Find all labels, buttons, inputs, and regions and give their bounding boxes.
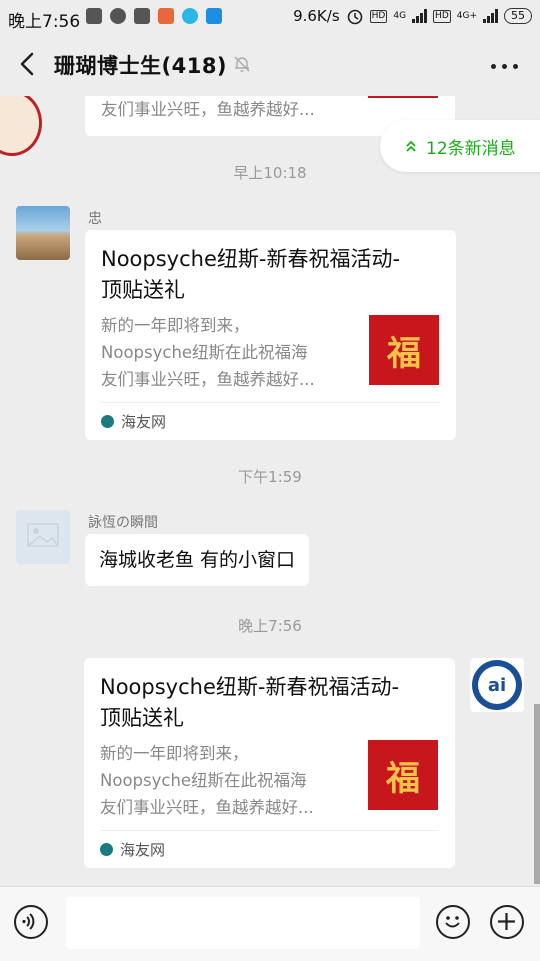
- mi-notification-icon: [158, 8, 174, 24]
- signal-icon-2: [483, 9, 498, 23]
- source-name: 海友网: [121, 413, 167, 431]
- hd-badge-1: HD: [369, 9, 388, 23]
- card-source: 海友网: [100, 839, 165, 860]
- input-bar: [0, 886, 540, 961]
- card-desc-line: 友们事业兴旺，鱼越养越好...: [101, 100, 315, 119]
- mute-bell-icon: [234, 56, 250, 72]
- svg-text:ai: ai: [488, 675, 506, 696]
- add-more-icon[interactable]: [490, 905, 524, 939]
- chat-area[interactable]: 友们事业兴旺，鱼越养越好... 12条新消息 早上10:18 忠 Noopsyc…: [0, 96, 540, 886]
- back-arrow-icon[interactable]: [14, 50, 42, 78]
- message-card[interactable]: Noopsyche纽斯-新春祝福活动-顶贴送礼 新的一年即将到来， Noopsy…: [85, 230, 456, 440]
- card-title: Noopsyche纽斯-新春祝福活动-顶贴送礼: [101, 247, 401, 302]
- network-type-1: 4G: [393, 11, 407, 21]
- card-desc-line: 新的一年即将到来，: [100, 744, 249, 763]
- source-name: 海友网: [120, 841, 166, 859]
- card-thumbnail: [368, 96, 438, 98]
- card-divider: [100, 830, 439, 831]
- status-right: 9.6K/s HD 4G HD 4G+ 55: [293, 7, 532, 25]
- card-desc-line: 新的一年即将到来，: [101, 316, 250, 335]
- scrollbar[interactable]: [534, 704, 540, 884]
- app-notification-icon: [134, 8, 150, 24]
- status-bar: 晚上7:56 9.6K/s HD 4G HD 4G+ 55: [0, 0, 540, 34]
- card-divider: [101, 402, 440, 403]
- alarm-icon: [347, 9, 362, 25]
- avatar[interactable]: [16, 206, 70, 260]
- source-logo-icon: [101, 415, 114, 428]
- timestamp: 早上10:18: [233, 164, 307, 182]
- browser-notification-icon: [182, 8, 198, 24]
- card-desc-line: 友们事业兴旺，鱼越养越好...: [101, 370, 315, 389]
- chat-header: 珊瑚博士生(418): [0, 34, 540, 96]
- fu-character: 福: [386, 758, 420, 799]
- voice-input-icon[interactable]: [14, 905, 48, 939]
- new-messages-label: 12条新消息: [426, 138, 516, 159]
- ai-logo-icon: ai: [472, 660, 522, 710]
- card-desc-line: Noopsyche纽斯在此祝福海: [100, 771, 307, 790]
- image-placeholder-icon: [27, 523, 59, 547]
- sender-name: 忠: [88, 211, 102, 227]
- hd-badge-2: HD: [433, 9, 451, 23]
- partial-avatar[interactable]: [0, 96, 42, 156]
- network-speed: 9.6K/s: [293, 7, 340, 25]
- source-logo-icon: [100, 843, 113, 856]
- text-message-bubble[interactable]: 海城收老鱼 有的小窗口: [85, 534, 310, 586]
- message-input[interactable]: [66, 897, 420, 949]
- status-time: 晚上7:56: [8, 12, 81, 32]
- emoji-icon[interactable]: [436, 905, 470, 939]
- card-thumbnail: 福: [369, 315, 439, 385]
- sender-name: 詠恆の瞬間: [88, 515, 158, 531]
- network-type-2: 4G+: [456, 11, 477, 21]
- more-options-icon[interactable]: [491, 64, 518, 69]
- card-source: 海友网: [101, 411, 166, 432]
- message-notification-icon: [86, 8, 102, 24]
- card-thumbnail: 福: [368, 740, 438, 810]
- wechat-notification-icon: [110, 8, 126, 24]
- double-chevron-up-icon: [406, 140, 416, 152]
- fu-character: 福: [387, 333, 421, 374]
- avatar[interactable]: [16, 510, 70, 564]
- n-app-notification-icon: [206, 8, 222, 24]
- battery-icon: 55: [504, 8, 532, 24]
- signal-icon-1: [412, 9, 428, 23]
- card-desc-line: 友们事业兴旺，鱼越养越好...: [100, 798, 314, 817]
- timestamp: 晚上7:56: [238, 617, 302, 635]
- notification-icons: [86, 8, 222, 24]
- card-title: Noopsyche纽斯-新春祝福活动-顶贴送礼: [100, 675, 400, 730]
- timestamp: 下午1:59: [238, 468, 302, 486]
- own-avatar[interactable]: ai: [470, 658, 524, 712]
- chat-title: 珊瑚博士生(418): [54, 54, 228, 78]
- message-card[interactable]: Noopsyche纽斯-新春祝福活动-顶贴送礼 新的一年即将到来， Noopsy…: [84, 658, 455, 868]
- card-desc-line: Noopsyche纽斯在此祝福海: [101, 343, 308, 362]
